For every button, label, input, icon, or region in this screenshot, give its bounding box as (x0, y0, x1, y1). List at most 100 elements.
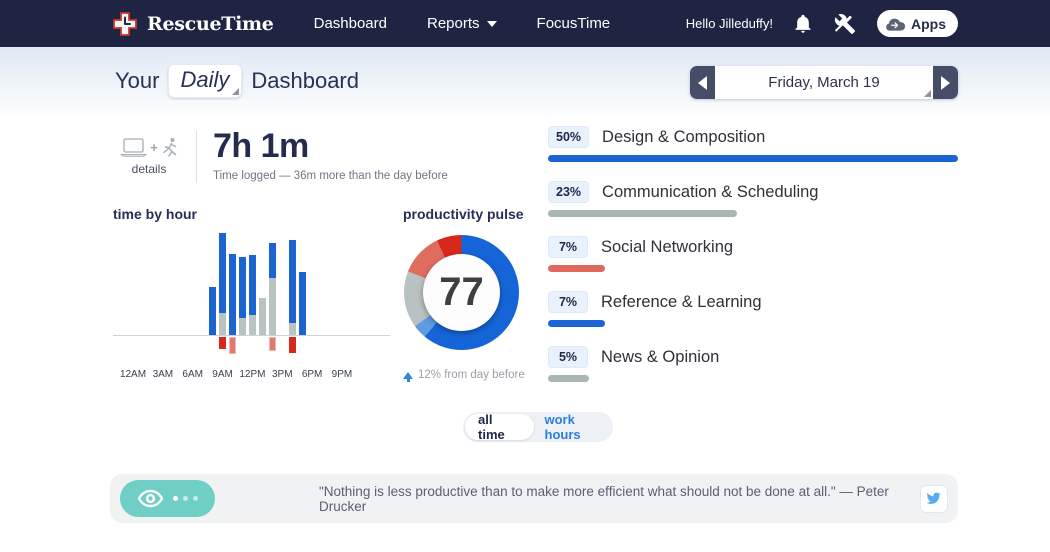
category-head: 23% Communication & Scheduling (548, 181, 958, 203)
category-row: 50% Design & Composition (548, 126, 958, 162)
category-row: 23% Communication & Scheduling (548, 181, 958, 217)
twitter-bird-icon (926, 492, 942, 505)
bar-neutral-9AM[interactable] (219, 313, 227, 335)
category-bar (548, 210, 737, 217)
bar-productive-4PM[interactable] (288, 240, 296, 323)
details-label: details (131, 162, 167, 176)
category-row: 7% Reference & Learning (548, 291, 958, 327)
quote-bar: "Nothing is less productive than to make… (110, 474, 958, 523)
laptop-icon (120, 138, 148, 157)
bar-neutral-2PM[interactable] (268, 278, 276, 335)
dropdown-corner-icon (924, 90, 931, 97)
top-categories-list: 50% Design & Composition 23% Communication … (548, 126, 958, 401)
time-logged-block: 7h 1m Time logged — 36m more than the da… (213, 128, 448, 182)
category-head: 5% News & Opinion (548, 346, 958, 368)
bar-very-distracting-4PM[interactable] (288, 337, 296, 353)
plus-icon: + (150, 140, 158, 155)
category-row: 7% Social Networking (548, 236, 958, 272)
pulse-change: 12% from day before (403, 369, 525, 382)
category-percent-badge: 23% (548, 181, 590, 203)
bar-distracting-10AM[interactable] (229, 337, 236, 354)
nav-reports[interactable]: Reports (427, 15, 497, 32)
category-row: 5% News & Opinion (548, 346, 958, 382)
category-bar (548, 265, 606, 272)
bar-productive-9AM[interactable] (219, 233, 227, 313)
x-axis-line (113, 335, 390, 336)
time-logged-summary: + details 7h 1m Time logged — 36m more t… (112, 128, 448, 183)
nav-focustime[interactable]: FocusTime (537, 15, 611, 32)
nav-dashboard[interactable]: Dashboard (314, 15, 387, 32)
category-bar (548, 155, 958, 162)
category-head: 7% Social Networking (548, 236, 958, 258)
bar-productive-2PM[interactable] (268, 243, 276, 278)
x-tick-9PM: 9PM (331, 369, 353, 380)
notifications-bell-icon[interactable] (793, 13, 813, 35)
x-tick-9AM: 9AM (212, 369, 233, 380)
cloud-arrow-icon (885, 17, 905, 31)
arrow-right-icon (941, 75, 950, 90)
bar-productive-10AM[interactable] (229, 254, 236, 335)
rescuetime-logo[interactable]: RescueTime (112, 11, 274, 37)
title-suffix: Dashboard (251, 68, 359, 93)
bar-neutral-4PM[interactable] (288, 323, 296, 335)
category-label[interactable]: News & Opinion (601, 348, 719, 367)
next-day-button[interactable] (933, 66, 958, 99)
time-range-toggle: all time work hours (463, 412, 613, 442)
up-arrow-icon (403, 371, 413, 382)
eye-icon (137, 489, 164, 508)
category-percent-badge: 5% (548, 346, 588, 368)
category-bar (548, 375, 589, 382)
navbar-right: Hello Jilleduffy! Apps (686, 10, 958, 37)
time-by-hour-title: time by hour (113, 206, 198, 222)
bar-productive-5PM[interactable] (298, 272, 306, 335)
x-tick-6AM: 6AM (182, 369, 203, 380)
period-selector[interactable]: Daily (168, 64, 243, 98)
date-navigator: Friday, March 19 (690, 66, 958, 99)
top-navbar: RescueTime Dashboard Reports FocusTime H… (0, 0, 1050, 47)
dropdown-corner-icon (232, 88, 240, 95)
category-label[interactable]: Reference & Learning (601, 293, 762, 312)
rescuetime-cross-clock-icon (112, 11, 138, 37)
prev-day-button[interactable] (690, 66, 715, 99)
category-bar (548, 320, 606, 327)
ellipsis-dots-icon (173, 496, 198, 501)
time-by-hour-chart: 12AM 3AM 6AM 9AM 12PM 3PM 6PM 9PM (113, 225, 390, 385)
time-logged-note: Time logged — 36m more than the day befo… (213, 169, 448, 182)
category-label[interactable]: Communication & Scheduling (602, 183, 818, 202)
details-icons: + (120, 137, 178, 158)
date-select[interactable]: Friday, March 19 (715, 66, 933, 99)
quote-text: "Nothing is less productive than to make… (319, 483, 889, 514)
bar-neutral-12PM[interactable] (248, 315, 256, 335)
page-title: Your Daily Dashboard (115, 64, 359, 98)
brand-name: RescueTime (147, 12, 274, 35)
toggle-all-time[interactable]: all time (465, 412, 534, 442)
bar-neutral-1PM[interactable] (258, 298, 266, 335)
bar-very-distracting-9AM[interactable] (219, 337, 227, 349)
arrow-left-icon (698, 75, 707, 90)
productivity-pulse-donut[interactable]: 77 (404, 235, 519, 350)
title-prefix: Your (115, 68, 160, 93)
category-label[interactable]: Design & Composition (602, 128, 765, 147)
chevron-down-icon (486, 20, 497, 27)
x-tick-12AM: 12AM (119, 369, 147, 380)
x-tick-6PM: 6PM (301, 369, 323, 380)
tools-settings-icon[interactable] (833, 13, 857, 35)
bar-neutral-11AM[interactable] (238, 318, 246, 335)
bar-distracting-2PM[interactable] (268, 337, 276, 351)
category-percent-badge: 7% (548, 236, 588, 258)
bar-productive-12PM[interactable] (248, 255, 256, 315)
x-tick-12PM: 12PM (239, 369, 266, 380)
category-percent-badge: 7% (548, 291, 588, 313)
pulse-score: 77 (423, 254, 500, 331)
current-date: Friday, March 19 (768, 74, 880, 91)
category-label[interactable]: Social Networking (601, 238, 733, 257)
bar-productive-8AM[interactable] (209, 287, 217, 335)
apps-button[interactable]: Apps (877, 10, 958, 37)
details-link[interactable]: + details (112, 129, 186, 176)
running-person-icon (161, 137, 178, 158)
quote-eye-pill[interactable] (120, 480, 215, 517)
main-nav: Dashboard Reports FocusTime (314, 15, 611, 32)
tweet-button[interactable] (919, 484, 948, 513)
bar-productive-11AM[interactable] (238, 257, 246, 318)
toggle-work-hours[interactable]: work hours (545, 412, 612, 442)
